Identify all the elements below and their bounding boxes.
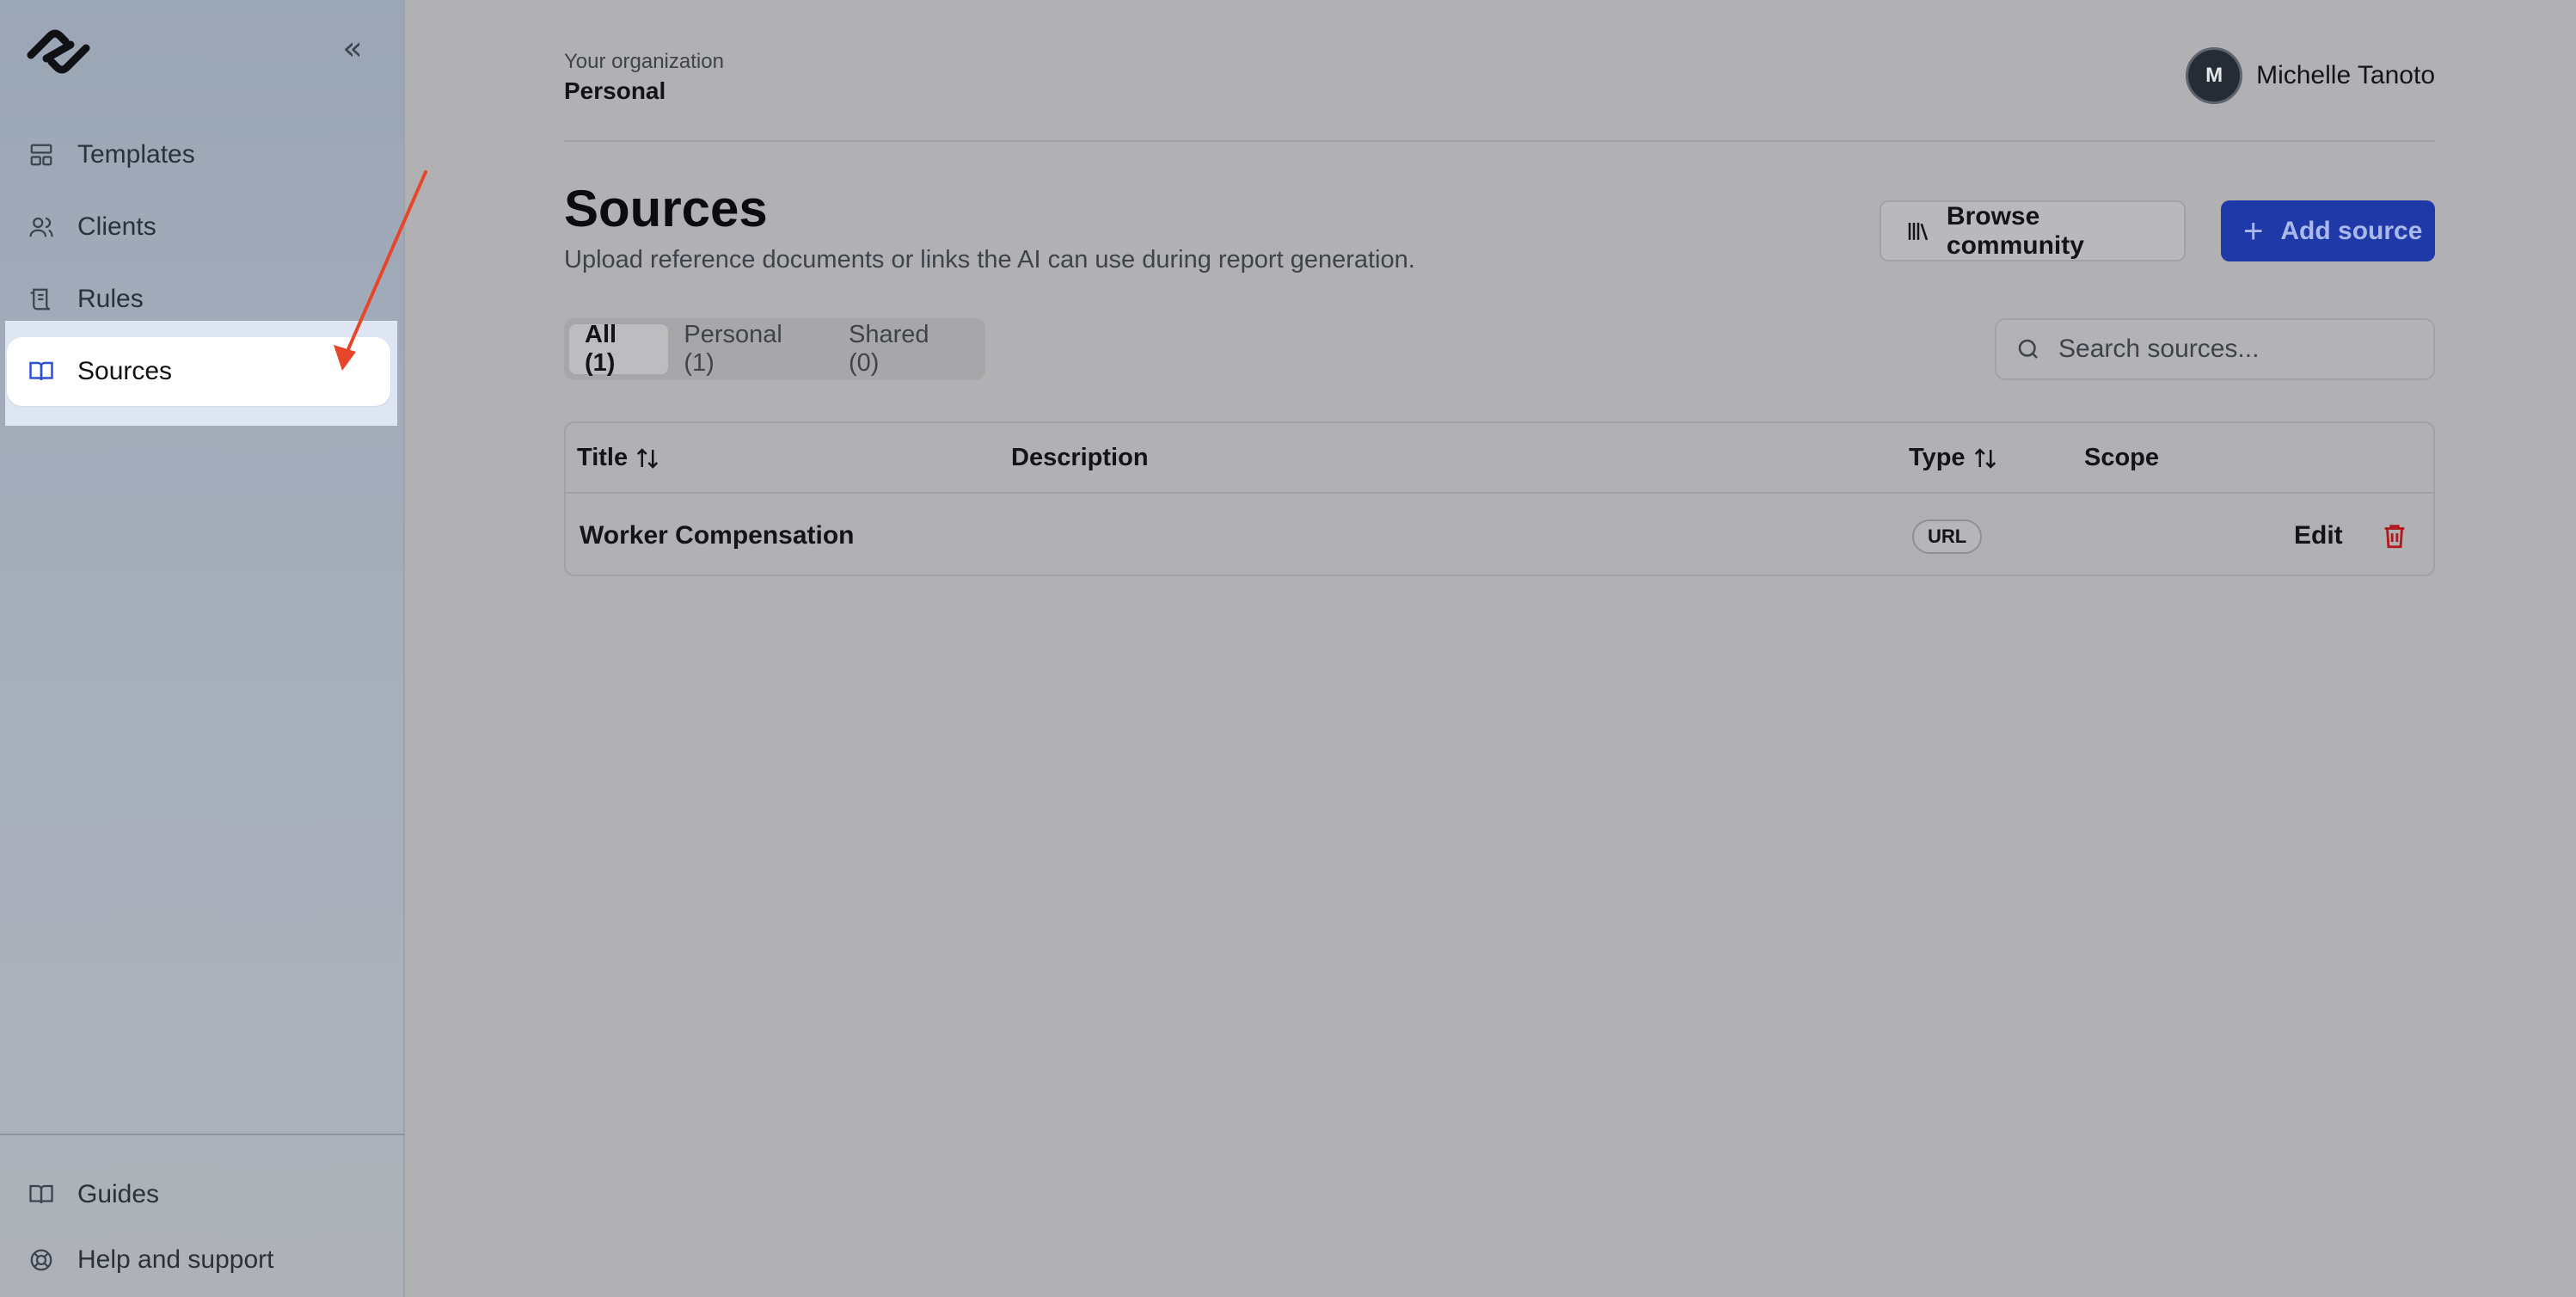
sources-table: Title Description Type Scope Worker Comp… [564, 421, 2435, 576]
table-header: Title Description Type Scope [566, 423, 2433, 494]
page-title: Sources [564, 180, 768, 237]
table-row[interactable]: Worker Compensation URL Edit [566, 495, 2433, 576]
sidebar-item-label: Rules [77, 285, 144, 313]
sort-icon [636, 447, 659, 469]
row-title[interactable]: Worker Compensation [580, 521, 855, 550]
sidebar-divider [0, 1134, 405, 1135]
org-label: Your organization [564, 50, 724, 73]
tab-personal[interactable]: Personal (1) [668, 321, 833, 377]
browse-community-label: Browse community [1946, 201, 2084, 260]
add-source-button[interactable]: + Add source [2221, 200, 2435, 261]
search-input[interactable] [2058, 335, 2420, 364]
column-description-label: Description [1011, 444, 1149, 471]
column-type-label: Type [1909, 444, 1966, 471]
sidebar: « Templates Clients Rules Sources Guides [0, 0, 405, 1297]
org-name[interactable]: Personal [564, 77, 665, 105]
sidebar-item-label: Templates [77, 140, 195, 169]
column-scope-label: Scope [2084, 444, 2160, 471]
sidebar-item-rules[interactable]: Rules [7, 267, 390, 332]
sidebar-item-guides[interactable]: Guides [7, 1162, 390, 1227]
column-description: Description [1011, 444, 1149, 472]
book-icon [28, 358, 55, 385]
type-badge: URL [1912, 519, 1983, 554]
search-icon [2015, 336, 2041, 362]
user-name: Michelle Tanoto [2256, 61, 2435, 89]
avatar: M [2186, 47, 2243, 104]
sidebar-item-label: Help and support [77, 1245, 274, 1274]
edit-button[interactable]: Edit [2294, 521, 2343, 550]
sidebar-item-sources[interactable]: Sources [7, 337, 390, 406]
layout-icon [28, 141, 55, 169]
lifebuoy-icon [28, 1246, 55, 1274]
add-source-label: Add source [2280, 216, 2423, 245]
sidebar-item-label: Clients [77, 212, 156, 241]
sidebar-item-help[interactable]: Help and support [7, 1227, 390, 1293]
filter-tabs: All (1) Personal (1) Shared (0) [564, 318, 985, 380]
sidebar-item-label: Guides [77, 1180, 160, 1208]
browse-community-button[interactable]: Browse community [1880, 200, 2186, 261]
brand-logo[interactable] [21, 24, 96, 79]
column-title-label: Title [577, 444, 629, 471]
tab-all[interactable]: All (1) [569, 321, 669, 377]
column-scope: Scope [2084, 444, 2159, 472]
search-box [1995, 318, 2435, 380]
scroll-icon [28, 286, 55, 313]
sidebar-item-label: Sources [77, 357, 173, 385]
collapse-sidebar-button[interactable]: « [337, 32, 368, 65]
library-icon [1905, 218, 1931, 244]
plus-icon: + [2243, 212, 2264, 250]
sidebar-item-clients[interactable]: Clients [7, 194, 390, 260]
page-subtitle: Upload reference documents or links the … [564, 246, 1415, 274]
trash-icon[interactable] [2380, 521, 2409, 550]
column-type[interactable]: Type [1909, 444, 1998, 472]
users-icon [28, 213, 55, 241]
sidebar-item-templates[interactable]: Templates [7, 122, 390, 187]
column-title[interactable]: Title [577, 444, 660, 472]
book-icon [28, 1181, 55, 1208]
sort-icon [1974, 447, 1996, 469]
user-menu[interactable]: M Michelle Tanoto [2186, 47, 2435, 104]
header-divider [564, 140, 2435, 142]
tab-shared[interactable]: Shared (0) [833, 321, 980, 377]
